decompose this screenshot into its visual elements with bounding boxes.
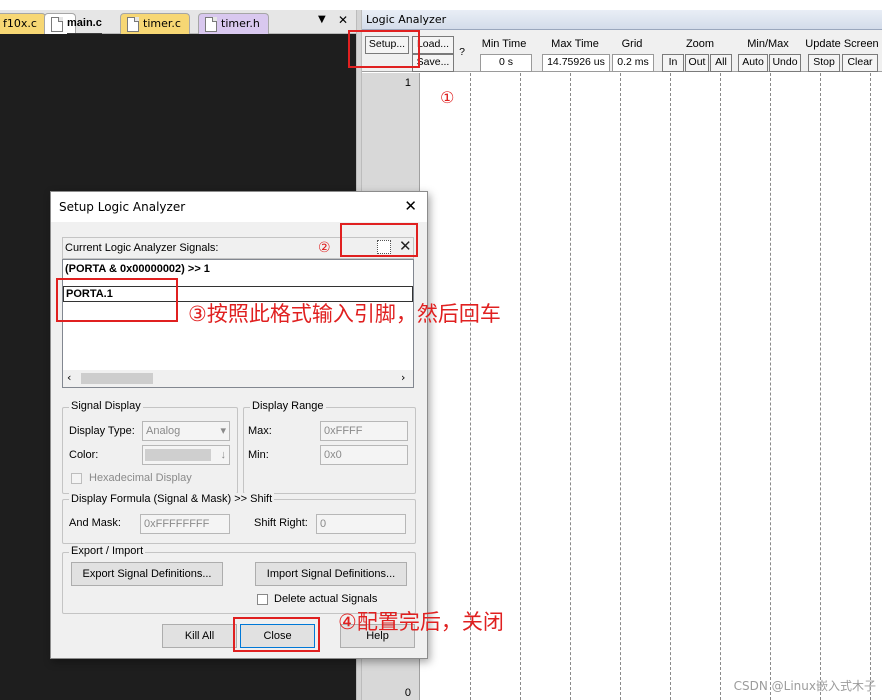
scroll-right-icon[interactable]: ›	[401, 371, 405, 384]
delete-actual-signals-label: Delete actual Signals	[274, 593, 378, 605]
tab-label: f10x.c	[3, 17, 37, 30]
dialog-title: Setup Logic Analyzer	[51, 192, 427, 222]
display-range-title: Display Range	[250, 400, 326, 412]
chevron-down-icon: ▾	[220, 425, 226, 437]
annotation-step-3: ③按照此格式输入引脚，然后回车	[188, 302, 501, 326]
annotation-step-1: ①	[440, 88, 455, 107]
horizontal-scrollbar[interactable]: ‹ ›	[63, 370, 413, 387]
signal-display-title: Signal Display	[69, 400, 143, 412]
scroll-left-icon[interactable]: ‹	[67, 371, 71, 384]
tab-timer-c[interactable]: timer.c	[120, 13, 190, 34]
color-picker[interactable]: ↓	[142, 445, 230, 465]
display-formula-title: Display Formula (Signal & Mask) >> Shift	[69, 493, 275, 505]
color-label: Color:	[69, 449, 99, 461]
dialog-close-icon[interactable]: ✕	[404, 197, 417, 215]
minmax-label: Min/Max	[747, 38, 789, 50]
zoom-out-button[interactable]: Out	[685, 54, 709, 72]
hex-display-label: Hexadecimal Display	[89, 472, 192, 484]
zoom-in-button[interactable]: In	[662, 54, 684, 72]
annotation-box-close	[233, 617, 320, 652]
dialog-title-text: Setup Logic Analyzer	[59, 200, 186, 214]
color-dropdown-icon: ↓	[220, 449, 227, 461]
annotation-box-signal-input	[56, 278, 178, 322]
max-input[interactable]: 0xFFFF	[320, 421, 408, 441]
logic-analyzer-title: Logic Analyzer	[362, 10, 882, 30]
update-screen-label: Update Screen	[805, 38, 879, 50]
editor-tab-bar: f10x.c main.c timer.c timer.h ▼ ✕	[0, 10, 356, 35]
annotation-box-new-delete	[340, 223, 418, 257]
file-icon	[51, 17, 63, 32]
tab-timer-h[interactable]: timer.h	[198, 13, 269, 34]
display-type-value: Analog	[146, 425, 181, 437]
grid-line	[670, 73, 671, 700]
zoom-label: Zoom	[685, 38, 715, 50]
file-icon	[205, 17, 217, 32]
signal-item[interactable]: (PORTA & 0x00000002) >> 1	[65, 263, 210, 275]
hex-display-checkbox[interactable]	[71, 473, 82, 484]
grid-label: Grid	[621, 38, 643, 50]
export-import-title: Export / Import	[69, 545, 146, 557]
max-time-value: 14.75926 us	[542, 54, 610, 72]
grid-line	[770, 73, 771, 700]
annotation-step-2: ②	[318, 240, 331, 256]
axis-bottom-label: 0	[404, 687, 411, 699]
and-mask-input[interactable]: 0xFFFFFFFF	[140, 514, 230, 534]
watermark: CSDN @Linux嵌入式木子	[733, 679, 876, 693]
grid-line	[870, 73, 871, 700]
grid-line	[720, 73, 721, 700]
logic-analyzer-toolbar: Setup... Load... Save... ? Min Time 0 s …	[362, 30, 882, 72]
tab-label: main.c	[67, 14, 102, 35]
setup-logic-analyzer-dialog: Setup Logic Analyzer ✕ Current Logic Ana…	[50, 191, 428, 659]
signals-label: Current Logic Analyzer Signals:	[65, 242, 219, 254]
import-signal-definitions-button[interactable]: Import Signal Definitions...	[255, 562, 407, 586]
undo-button[interactable]: Undo	[769, 54, 801, 72]
min-time-label: Min Time	[481, 38, 527, 50]
tab-list-dropdown-icon[interactable]: ▼	[318, 14, 326, 25]
min-time-value: 0 s	[480, 54, 532, 72]
min-label: Min:	[248, 449, 269, 461]
delete-actual-signals-checkbox[interactable]	[257, 594, 268, 605]
grid-line	[570, 73, 571, 700]
auto-button[interactable]: Auto	[738, 54, 768, 72]
help-button[interactable]: ?	[456, 36, 468, 70]
tab-label: timer.c	[143, 17, 181, 30]
grid-value: 0.2 ms	[612, 54, 654, 72]
display-type-label: Display Type:	[69, 425, 135, 437]
axis-top-label: 1	[404, 77, 411, 89]
clear-button[interactable]: Clear	[842, 54, 878, 72]
tab-f10x-c[interactable]: f10x.c	[0, 13, 46, 34]
tab-label: timer.h	[221, 17, 260, 30]
stop-button[interactable]: Stop	[808, 54, 840, 72]
max-label: Max:	[248, 425, 272, 437]
max-time-label: Max Time	[551, 38, 599, 50]
grid-line	[620, 73, 621, 700]
export-signal-definitions-button[interactable]: Export Signal Definitions...	[71, 562, 223, 586]
tab-main-c[interactable]: main.c	[44, 13, 102, 35]
zoom-all-button[interactable]: All	[710, 54, 732, 72]
color-swatch	[145, 449, 211, 461]
grid-line	[820, 73, 821, 700]
shift-right-label: Shift Right:	[254, 517, 308, 529]
kill-all-button[interactable]: Kill All	[162, 624, 237, 648]
annotation-step-4: ④配置完后，关闭	[338, 610, 504, 634]
scrollbar-thumb[interactable]	[81, 373, 153, 384]
annotation-box-setup	[348, 30, 420, 68]
close-tab-icon[interactable]: ✕	[338, 13, 348, 27]
display-type-select[interactable]: Analog ▾	[142, 421, 230, 441]
file-icon	[127, 17, 139, 32]
and-mask-label: And Mask:	[69, 517, 121, 529]
min-input[interactable]: 0x0	[320, 445, 408, 465]
grid-line	[520, 73, 521, 700]
shift-right-input[interactable]: 0	[316, 514, 406, 534]
